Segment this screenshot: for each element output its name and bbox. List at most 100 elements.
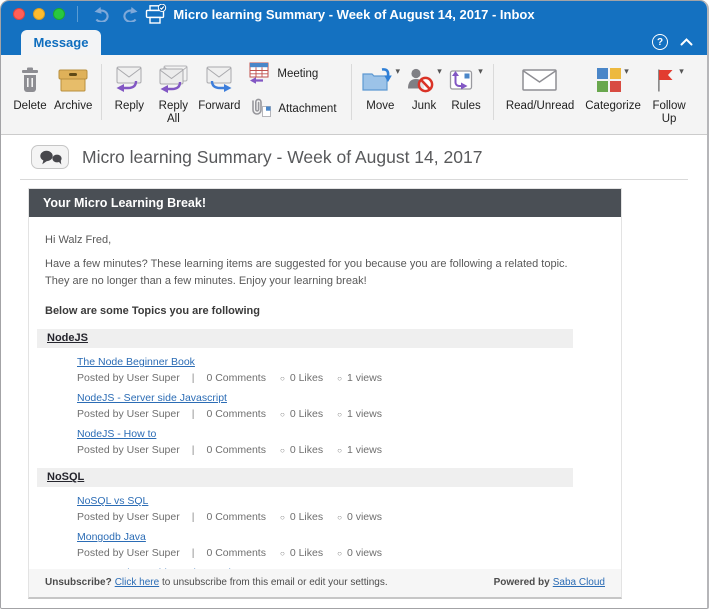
learning-item: NoSQL vs SQL Posted by User Super | 0 Co… [77, 495, 603, 523]
item-title-link[interactable]: NodeJS - Server side Javascript [77, 392, 227, 404]
item-meta: Posted by User Super | 0 Comments ○ 0 Li… [77, 547, 603, 559]
email-content: Your Micro Learning Break! Hi Walz Fred,… [28, 188, 622, 599]
meeting-attachment-group: Meeting Attachment [242, 62, 344, 130]
likes-count: 0 Likes [289, 511, 324, 523]
item-title-link[interactable]: The Node Beginner Book [77, 356, 195, 368]
undo-icon[interactable] [90, 3, 116, 25]
reply-all-label: Reply All [158, 100, 189, 126]
follow-up-dropdown-caret: ▾ [679, 66, 684, 76]
saba-cloud-link[interactable]: Saba Cloud [553, 577, 605, 588]
read-unread-button[interactable]: Read/Unread [500, 62, 580, 130]
views-count: 0 views [346, 511, 382, 523]
posted-by: Posted by User Super [77, 511, 180, 523]
print-icon[interactable] [142, 3, 168, 25]
bullet-icon: ○ [279, 409, 285, 419]
meeting-button[interactable]: Meeting [248, 61, 336, 87]
help-icon[interactable]: ? [652, 34, 668, 50]
powered-by-label: Powered by [493, 577, 550, 588]
ribbon-separator [350, 64, 352, 120]
email-greeting: Hi Walz Fred, [45, 234, 112, 246]
delete-button[interactable]: Delete [9, 62, 51, 130]
attachment-button[interactable]: Attachment [248, 97, 337, 121]
minimize-window-button[interactable] [33, 8, 45, 20]
bullet-icon: ○ [279, 445, 285, 455]
unsubscribe-link[interactable]: Click here [115, 577, 159, 588]
rules-button[interactable]: ▾ Rules [445, 62, 487, 130]
subject-bar: Micro learning Summary - Week of August … [1, 135, 707, 179]
collapse-ribbon-icon[interactable] [680, 33, 693, 51]
posted-by: Posted by User Super [77, 444, 180, 456]
archive-button[interactable]: Archive [51, 62, 95, 130]
forward-icon [204, 62, 234, 98]
likes-count: 0 Likes [289, 547, 324, 559]
email-footer: Unsubscribe? Click here to unsubscribe f… [29, 569, 621, 597]
reply-all-icon [157, 62, 189, 98]
item-title-link[interactable]: NoSQL vs SQL [77, 495, 148, 507]
item-title-link[interactable]: NodeJS - How to [77, 428, 156, 440]
categorize-button[interactable]: ▾ Categorize [580, 62, 646, 130]
junk-label: Junk [411, 100, 437, 112]
likes-count: 0 Likes [289, 444, 324, 456]
email-intro: Have a few minutes? These learning items… [45, 258, 568, 287]
tabrow-right-controls: ? [652, 33, 693, 51]
learning-item: NodeJS - How to Posted by User Super | 0… [77, 428, 603, 456]
pipe-separator: | [191, 372, 195, 384]
titlebar-divider [77, 6, 78, 22]
forward-button[interactable]: Forward [196, 62, 242, 130]
move-dropdown-caret: ▾ [395, 66, 401, 76]
follow-up-label: Follow Up [652, 100, 686, 126]
topic-bar: NoSQL [37, 468, 573, 487]
bullet-icon: ○ [337, 445, 342, 455]
learning-item: Mongodb Java Posted by User Super | 0 Co… [77, 531, 603, 559]
learning-item: NodeJS - Server side Javascript Posted b… [77, 392, 603, 420]
posted-by: Posted by User Super [77, 372, 180, 384]
bullet-icon: ○ [337, 548, 342, 558]
topic-section-nodejs: NodeJS The Node Beginner Book Posted by … [37, 329, 603, 456]
delete-label: Delete [13, 100, 47, 112]
rules-icon: ▾ [449, 62, 483, 98]
topic-bar: NodeJS [37, 329, 573, 348]
posted-by: Posted by User Super [77, 547, 180, 559]
item-title-link[interactable]: Mongodb Java [77, 531, 146, 543]
posted-by: Posted by User Super [77, 408, 180, 420]
item-meta: Posted by User Super | 0 Comments ○ 0 Li… [77, 408, 603, 420]
topics-heading: Below are some Topics you are following [45, 305, 260, 317]
bullet-icon: ○ [279, 512, 285, 522]
attachment-label: Attachment [278, 103, 337, 115]
window-controls [13, 8, 65, 20]
reply-button[interactable]: Reply [108, 62, 150, 130]
unsubscribe-text: Unsubscribe? Click here to unsubscribe f… [45, 577, 391, 588]
unsubscribe-label: Unsubscribe? [45, 577, 112, 588]
bullet-icon: ○ [337, 409, 342, 419]
tab-message[interactable]: Message [21, 30, 101, 55]
bullet-icon: ○ [337, 512, 342, 522]
read-unread-label: Read/Unread [505, 100, 575, 112]
move-label: Move [366, 100, 395, 112]
topic-link[interactable]: NoSQL [47, 471, 84, 483]
zoom-window-button[interactable] [53, 8, 65, 20]
window-title: Micro learning Summary - Week of August … [173, 6, 535, 22]
follow-up-button[interactable]: ▾ Follow Up [646, 62, 692, 130]
reply-all-button[interactable]: Reply All [150, 62, 196, 130]
conversation-bubbles-icon [31, 145, 69, 169]
pipe-separator: | [191, 547, 195, 559]
topic-link[interactable]: NodeJS [47, 332, 88, 344]
junk-dropdown-caret: ▾ [437, 66, 442, 76]
move-button[interactable]: ▾ Move [358, 62, 404, 130]
reply-icon [114, 62, 144, 98]
meeting-label: Meeting [277, 68, 319, 80]
likes-count: 0 Likes [289, 372, 324, 384]
views-count: 0 views [346, 547, 382, 559]
archive-box-icon [57, 62, 89, 98]
junk-button[interactable]: ▾ Junk [403, 62, 445, 130]
comments-count: 0 Comments [206, 511, 266, 523]
redo-icon[interactable] [116, 3, 142, 25]
powered-by-text: Powered by Saba Cloud [494, 577, 605, 588]
likes-count: 0 Likes [289, 408, 324, 420]
close-window-button[interactable] [13, 8, 25, 20]
rules-label: Rules [451, 100, 481, 112]
message-body-pane: Your Micro Learning Break! Hi Walz Fred,… [1, 180, 707, 608]
archive-label: Archive [54, 100, 93, 112]
unsubscribe-rest: to unsubscribe from this email or edit y… [161, 577, 388, 588]
views-count: 1 views [346, 372, 382, 384]
